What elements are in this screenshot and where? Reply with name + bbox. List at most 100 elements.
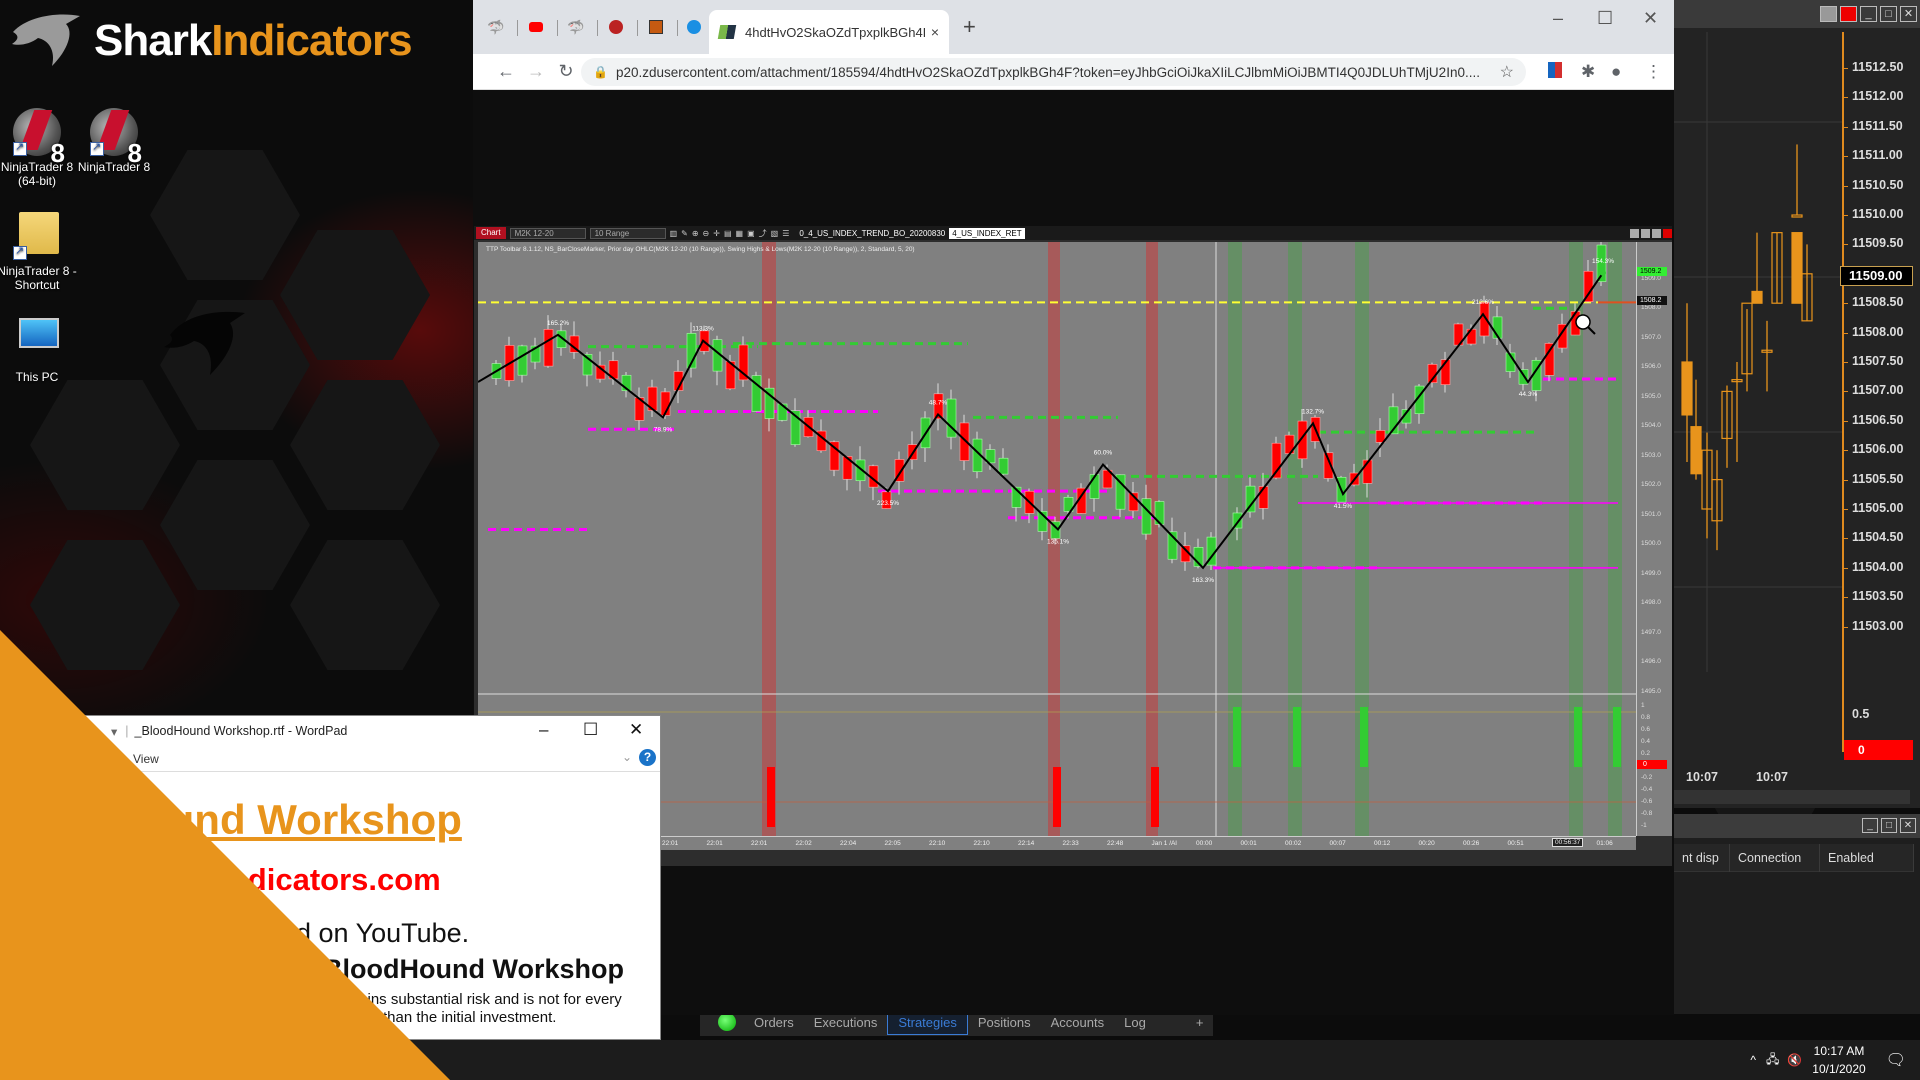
minimize-button[interactable]: _ (1862, 818, 1878, 833)
bars-icon[interactable]: ▥ (670, 229, 678, 238)
maximize-button[interactable]: ☐ (583, 720, 598, 740)
current-price-marker: 11509.00 (1840, 266, 1913, 286)
zoom-in-icon[interactable]: ⊕ (692, 229, 699, 238)
column-header[interactable]: Connection (1730, 843, 1820, 872)
address-bar[interactable]: 🔒 p20.zdusercontent.com/attachment/18559… (581, 58, 1526, 86)
minimize-button[interactable]: _ (1860, 6, 1877, 22)
clock[interactable]: 10:17 AM 10/1/2020 (1812, 1042, 1865, 1078)
volume-muted-icon[interactable]: 🔇 (1787, 1053, 1802, 1067)
column-header[interactable]: nt disp (1674, 843, 1730, 872)
pinned-tab-portrait[interactable] (643, 14, 669, 40)
period-selector[interactable]: 10 Range (589, 227, 666, 239)
chart-window-buttons (1630, 228, 1672, 238)
tray-expand-icon[interactable]: ^ (1750, 1053, 1756, 1067)
price-label: 11507.00 (1852, 383, 1904, 398)
shortcut-arrow-icon (13, 140, 27, 156)
indicator-value-marker: 0 (1637, 760, 1667, 769)
chart-tab[interactable]: 0_4_US_INDEX_TREND_BO_20200830 (799, 229, 945, 238)
pinned-tab-youtube[interactable] (523, 14, 549, 40)
active-tab[interactable]: 4hdtHvO2SkaOZdTpxplkBGh4F ( × (709, 10, 949, 54)
list-icon[interactable]: ☰ (782, 229, 789, 238)
close-button[interactable]: ✕ (629, 720, 643, 740)
time-label: 00:26 (1463, 840, 1480, 847)
close-button[interactable]: ✕ (1900, 6, 1917, 22)
indicators-icon[interactable]: ⤴ (759, 228, 767, 239)
candle-body (1544, 343, 1555, 376)
new-tab-button[interactable]: + (963, 14, 976, 40)
time-label: 22:04 (840, 840, 857, 847)
crosshair-icon[interactable]: ✛ (713, 229, 720, 238)
notifications-icon[interactable]: 🗨 (1886, 1050, 1906, 1070)
ninjatrader-icon (609, 20, 623, 34)
price-label: 11504.00 (1852, 559, 1904, 574)
axis-tick (1842, 185, 1848, 187)
reload-button[interactable]: ↻ (551, 61, 581, 82)
axis-tick (1842, 479, 1848, 481)
axis-tick (1842, 362, 1848, 363)
zoom-out-icon[interactable]: ⊖ (703, 229, 710, 238)
chart-tab-active[interactable]: 4_US_INDEX_RET (949, 227, 1025, 239)
indicator-bar-positive (1613, 707, 1621, 767)
minimize-button[interactable]: – (539, 720, 548, 740)
price-label: 1501.0 (1641, 510, 1661, 518)
window-maximize-button[interactable]: ☐ (1597, 8, 1613, 29)
tab-separator (557, 20, 558, 36)
desktop-icon-ninjatrader[interactable]: NinjaTrader 8 (74, 108, 154, 174)
properties-icon[interactable]: ▤ (724, 229, 732, 238)
time-label: 00:02 (1285, 840, 1302, 847)
close-button[interactable] (1663, 228, 1672, 238)
price-label: 11509.50 (1852, 236, 1904, 251)
axis-tick (1842, 420, 1848, 422)
tab-close-button[interactable]: × (931, 24, 939, 40)
maximize-button[interactable]: □ (1881, 818, 1897, 833)
window-minimize-button[interactable]: – (1553, 8, 1563, 29)
help-icon[interactable]: ? (639, 749, 656, 766)
bookmark-star-icon[interactable]: ☆ (1500, 62, 1514, 82)
back-button[interactable]: ← (491, 61, 521, 82)
google-extension-icon[interactable] (1548, 62, 1562, 83)
close-button[interactable]: ✕ (1900, 818, 1916, 833)
tab-strip: 🦈 🦈 4hdtHvO2SkaOZdTpxplkBGh4F ( × + – ☐ … (473, 0, 1674, 54)
desktop-icon-ninjatrader-64[interactable]: NinjaTrader 8 (64-bit) (0, 108, 77, 188)
maximize-button[interactable]: □ (1880, 6, 1897, 22)
price-label: 1499.0 (1641, 569, 1661, 577)
pencil-icon[interactable]: ✎ (681, 229, 688, 238)
brand-text-indicators: Indicators (211, 16, 412, 65)
menu-kebab-icon[interactable]: ⋮ (1645, 62, 1662, 82)
indicator-label: -0.6 (1641, 798, 1653, 805)
candle-body (1681, 361, 1693, 416)
chart-option-button[interactable] (1820, 6, 1837, 22)
quick-access-dropdown-icon[interactable]: ▾ (111, 724, 117, 739)
pinned-tab-shark[interactable]: 🦈 (483, 14, 509, 40)
column-header[interactable]: Enabled (1820, 843, 1914, 872)
pinned-tab-analytics[interactable] (681, 14, 707, 40)
pinned-tab-ninjatrader[interactable] (603, 14, 629, 40)
analytics-icon (687, 20, 701, 34)
extensions-puzzle-icon[interactable]: ✱ (1581, 62, 1595, 82)
strategies-icon[interactable]: ▧ (771, 229, 779, 238)
document-disclaimer: tains substantial risk and is not for ev… (355, 991, 622, 1008)
axis-tick (1842, 97, 1848, 99)
shortcut-arrow-icon (13, 244, 27, 260)
candle-body (543, 329, 554, 367)
profile-icon[interactable]: ● (1611, 62, 1621, 82)
time-label: 00:07 (1329, 840, 1346, 847)
restore-button[interactable] (1652, 228, 1661, 238)
pinned-tab-shark[interactable]: 🦈 (563, 14, 589, 40)
tile-button[interactable] (1630, 228, 1639, 238)
clock-date: 10/1/2020 (1812, 1062, 1866, 1076)
tile-button[interactable] (1641, 228, 1650, 238)
desktop-icon-ninjatrader-shortcut[interactable]: NinjaTrader 8 - Shortcut (0, 212, 77, 292)
window-close-button[interactable]: ✕ (1643, 8, 1658, 29)
network-icon[interactable]: 🖧 (1766, 1050, 1779, 1071)
ribbon-collapse-icon[interactable]: ⌄ (622, 750, 632, 764)
forward-button[interactable]: → (521, 61, 551, 82)
snapshot-icon[interactable]: ▣ (747, 229, 755, 238)
chart-scrollbar[interactable] (1674, 790, 1910, 804)
templates-icon[interactable]: ▦ (736, 229, 744, 238)
chart-color-button[interactable] (1840, 6, 1857, 22)
menu-view[interactable]: View (133, 752, 159, 766)
time-label: 22:10 (973, 840, 990, 847)
instrument-selector[interactable]: M2K 12-20 (509, 227, 586, 239)
desktop-icon-this-pc[interactable]: This PC (0, 312, 77, 384)
